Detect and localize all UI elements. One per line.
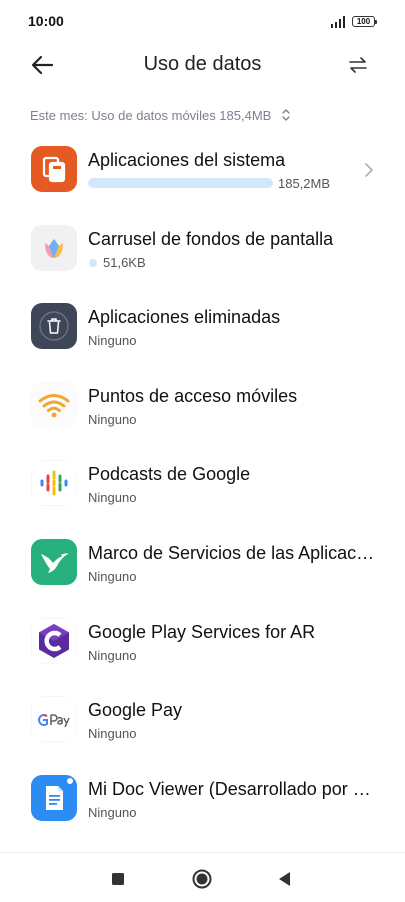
app-name: Aplicaciones del sistema: [88, 150, 286, 170]
usage-dot: [89, 258, 97, 267]
list-item[interactable]: Marco de Servicios de las Aplicaciones N…: [0, 523, 405, 602]
list-item[interactable]: Podcasts de Google Ninguno: [0, 444, 405, 523]
hummingbird-icon: [31, 538, 77, 585]
google-pay-icon: [31, 696, 77, 743]
swap-arrows-icon[interactable]: [347, 55, 369, 75]
app-name: Puntos de acceso móviles: [88, 385, 298, 406]
app-name: Google Pay: [88, 700, 183, 721]
app-usage: Ninguno: [88, 333, 137, 349]
month-selector[interactable]: Este mes: Uso de datos móviles 185,4MB: [30, 106, 291, 124]
signal-icon: [331, 16, 345, 28]
list-item[interactable]: Mi Doc Viewer (Desarrollado por WPS Offi…: [0, 759, 405, 838]
app-usage: Ninguno: [88, 726, 137, 742]
app-name: Google Play Services for AR: [88, 621, 316, 642]
wifi-hotspot-icon: [31, 381, 77, 428]
arcore-icon: [31, 617, 77, 664]
triangle-back-icon[interactable]: [274, 868, 296, 890]
usage-bar: [88, 178, 273, 188]
status-time: 10:00: [28, 13, 64, 29]
app-usage: Ninguno: [88, 568, 137, 584]
list-item[interactable]: Google Play Services for AR Ninguno: [0, 602, 405, 681]
circle-home-icon[interactable]: [191, 868, 213, 890]
app-usage: 51,6KB: [103, 254, 146, 270]
chevron-up-down-icon: [282, 109, 291, 121]
list-item[interactable]: Carrusel de fondos de pantalla 51,6KB: [0, 209, 405, 288]
battery-level: 100: [356, 17, 371, 26]
list-item[interactable]: Aplicaciones del sistema 185,2MB: [0, 130, 405, 209]
usage-bar-fill: [88, 178, 273, 188]
page-title: Uso de datos: [143, 53, 262, 75]
app-usage: Ninguno: [88, 411, 137, 427]
google-podcasts-icon: [31, 460, 77, 507]
battery-icon: 100: [352, 16, 377, 27]
app-usage: 185,2MB: [278, 176, 331, 191]
list-item[interactable]: Google Pay Ninguno: [0, 680, 405, 759]
navigation-bar: [0, 852, 405, 902]
trash-icon: [31, 303, 77, 350]
wallpaper-carousel-icon: [31, 224, 77, 271]
header: Uso de datos: [0, 44, 405, 88]
app-name: Podcasts de Google: [88, 464, 251, 485]
list-item[interactable]: Aplicaciones eliminadas Ninguno: [0, 287, 405, 366]
app-usage: Ninguno: [88, 490, 137, 506]
app-usage: Ninguno: [88, 647, 137, 663]
app-name: Carrusel de fondos de pantalla: [88, 228, 334, 249]
app-name: Marco de Servicios de las Aplicaciones: [88, 542, 378, 563]
chevron-right-icon: [365, 163, 373, 177]
status-bar: 10:00 100: [0, 0, 405, 44]
list-item[interactable]: Puntos de acceso móviles Ninguno: [0, 366, 405, 445]
month-usage-label: Este mes: Uso de datos móviles 185,4MB: [30, 107, 272, 123]
square-recents-icon[interactable]: [107, 868, 129, 890]
app-list: Aplicaciones del sistema 185,2MB Carruse…: [0, 130, 405, 837]
app-name: Mi Doc Viewer (Desarrollado por WPS Offi…: [88, 778, 378, 799]
app-name: Aplicaciones eliminadas: [88, 307, 281, 328]
app-usage: Ninguno: [88, 804, 137, 820]
document-viewer-icon: [31, 774, 77, 821]
system-apps-icon: [31, 146, 77, 192]
